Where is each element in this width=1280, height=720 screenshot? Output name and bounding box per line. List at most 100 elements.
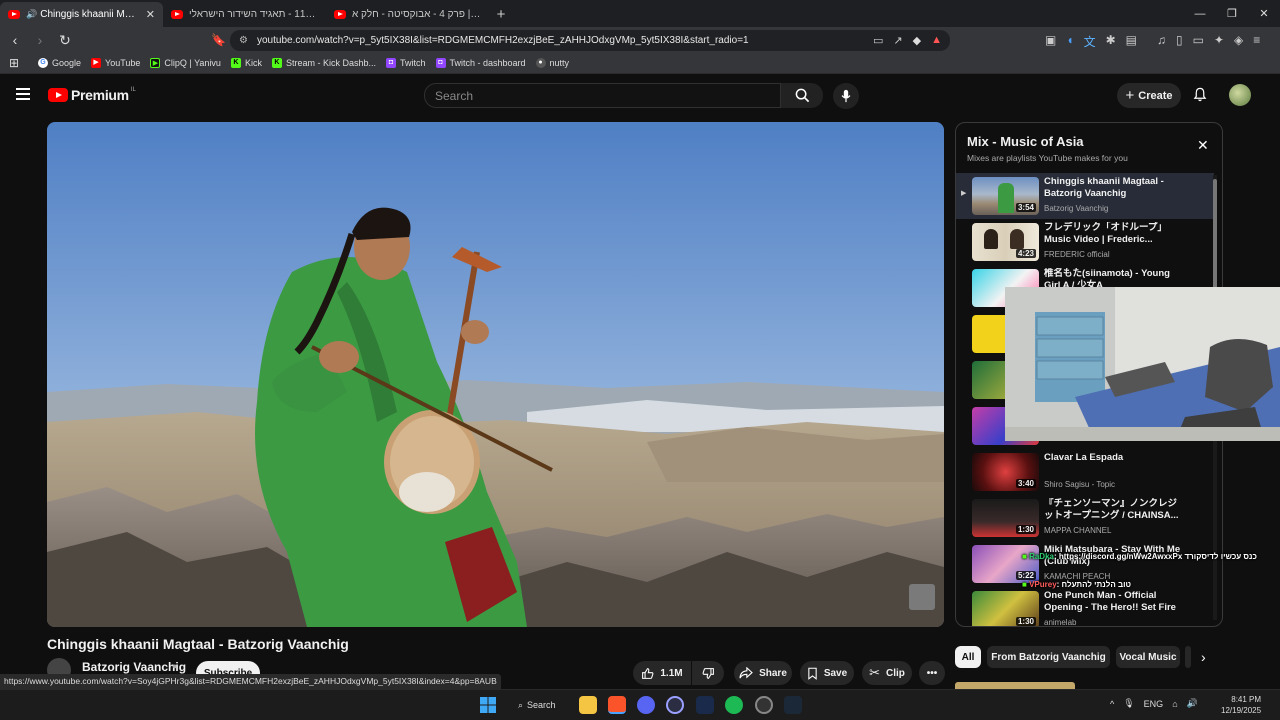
thumbs-down-icon <box>702 667 714 679</box>
close-window-button[interactable]: ✕ <box>1248 0 1280 27</box>
bookmark-page-icon[interactable]: 🔖 <box>211 33 226 47</box>
tab-episode[interactable]: יקומות | פרק 4 - אבוקסיטה - חלק א <box>326 2 489 27</box>
back-button[interactable]: ‹ <box>5 32 25 48</box>
dislike-button[interactable] <box>692 661 724 685</box>
brave-browser-icon[interactable] <box>608 696 626 714</box>
app-icon[interactable] <box>696 696 714 714</box>
menu-icon[interactable]: ≡ <box>1253 33 1260 50</box>
share-page-icon[interactable]: ↗ <box>893 34 902 47</box>
vpn-icon[interactable]: ◈ <box>1234 33 1243 50</box>
chat-message: ■ RaDka: https://discord.gg/nWw2AwxxPx כ… <box>1022 552 1257 561</box>
chip-vocal-music[interactable]: Vocal Music <box>1116 646 1180 668</box>
like-count: 1.1M <box>660 667 683 679</box>
create-button[interactable]: + Create <box>1117 83 1181 108</box>
channel-name[interactable]: Batzorig Vaanchig <box>82 660 186 674</box>
wallet-icon[interactable]: ▭ <box>1193 33 1204 50</box>
webcam-feed-image <box>1005 287 1280 441</box>
language-indicator[interactable]: ENG <box>1144 699 1164 709</box>
bookmark-clipq[interactable]: ▶ ClipQ | Yanivu <box>150 58 221 68</box>
related-video-thumbnail-partial[interactable] <box>955 682 1075 689</box>
brave-shield-icon[interactable]: ◆ <box>913 34 921 47</box>
close-playlist-icon[interactable]: ✕ <box>1197 137 1209 154</box>
show-hidden-icons[interactable]: ^ <box>1110 699 1114 709</box>
playlist-item[interactable]: ▶ 3:54 Chinggis khaanii Magtaal - Batzor… <box>956 173 1214 219</box>
screenshot-icon[interactable]: ▣ <box>1045 33 1056 50</box>
playlist-item[interactable]: 1:30 『チェンソーマン』ノンクレジットオープニング / CHAINSA...… <box>956 495 1214 541</box>
audio-extension-icon[interactable]: ◖ <box>1066 33 1073 50</box>
audio-playing-icon[interactable]: 🔊 <box>26 9 37 20</box>
scrollbar-thumb[interactable] <box>1213 179 1217 289</box>
tab-kan11[interactable]: כאן 11 - תאגיד השידור הישראלי - ube <box>163 2 326 27</box>
network-icon[interactable]: ⌂ <box>1172 699 1177 709</box>
start-windows-icon[interactable] <box>479 696 497 714</box>
chip-from-channel[interactable]: From Batzorig Vaanchig <box>987 646 1110 668</box>
video-title: Chinggis khaanii Magtaal - Batzorig Vaan… <box>47 636 349 652</box>
video-thumbnail: 1:30 <box>972 591 1039 626</box>
related-filter-chips: All From Batzorig Vaanchig Vocal Music › <box>955 646 1225 670</box>
reader-icon[interactable]: ▤ <box>1126 33 1137 50</box>
youtube-premium-logo[interactable]: Premium IL <box>48 87 136 103</box>
close-tab-icon[interactable]: ✕ <box>146 8 155 21</box>
obs-icon[interactable] <box>755 696 773 714</box>
restore-button[interactable]: ❐ <box>1216 0 1248 27</box>
playlist-item[interactable]: 4:23 フレデリック「オドループ」Music Video | Frederic… <box>956 219 1214 265</box>
bookmark-kick-dashboard[interactable]: K Stream - Kick Dashb... <box>271 58 376 68</box>
youtube-favicon-icon <box>334 10 346 19</box>
guide-menu-icon[interactable] <box>16 88 30 103</box>
video-watermark-icon <box>909 584 935 610</box>
account-avatar[interactable] <box>1229 84 1251 106</box>
sidebar-icon[interactable]: ▯ <box>1176 33 1183 50</box>
bookmark-twitch-dashboard[interactable]: ◘ Twitch - dashboard <box>435 58 526 68</box>
video-thumbnail: 5:22 <box>972 545 1039 583</box>
tab-youtube-video[interactable]: 🔊 Chinggis khaanii Magtaal - B ✕ <box>0 2 163 27</box>
steam-icon[interactable] <box>784 696 802 714</box>
bookmark-youtube[interactable]: ▶ YouTube <box>91 58 140 68</box>
taskbar-search[interactable]: ⌕ Search <box>510 695 572 715</box>
forward-button[interactable]: › <box>30 32 50 48</box>
site-info-icon[interactable]: ⚙ <box>239 35 248 46</box>
like-button[interactable]: 1.1M <box>633 661 691 685</box>
voice-search-button[interactable] <box>833 83 859 109</box>
clip-button[interactable]: ✂ Clip <box>862 661 912 685</box>
share-button[interactable]: Share <box>734 661 792 685</box>
translate-icon[interactable]: 文 <box>1084 33 1096 50</box>
minimize-button[interactable]: — <box>1184 0 1216 27</box>
apps-grid-icon[interactable]: ⊞ <box>0 56 28 70</box>
more-actions-button[interactable]: ••• <box>919 661 945 685</box>
playlist-item[interactable]: 1:30 One Punch Man - Official Opening - … <box>956 587 1214 626</box>
save-button[interactable]: Save <box>800 661 854 685</box>
video-player[interactable] <box>47 122 944 627</box>
bookmark-google[interactable]: G Google <box>38 58 81 68</box>
windows-taskbar: ⌕ Search ^ 🎙 ENG ⌂ 🔊 8:41 PM 12/19/2025 <box>0 689 1280 720</box>
file-explorer-icon[interactable] <box>579 696 597 714</box>
volume-icon[interactable]: 🔊 <box>1187 698 1198 709</box>
chips-next-arrow-icon[interactable]: › <box>1201 649 1206 665</box>
app-icon[interactable] <box>666 696 684 714</box>
leo-ai-icon[interactable]: ✦ <box>1214 33 1224 50</box>
cast-icon[interactable]: ▭ <box>873 34 883 47</box>
bookmark-twitch[interactable]: ◘ Twitch <box>385 58 426 68</box>
spotify-icon[interactable] <box>725 696 743 714</box>
playlist-item[interactable]: 3:40 Clavar La Espada Shiro Sagisu - Top… <box>956 449 1214 495</box>
bookmark-icon <box>808 667 817 680</box>
url-bar[interactable]: ⚙ youtube.com/watch?v=p_5yt5IX38I&list=R… <box>230 30 950 51</box>
microphone-icon <box>841 89 851 103</box>
reload-button[interactable]: ↻ <box>55 32 75 49</box>
microphone-tray-icon[interactable]: 🎙 <box>1123 698 1134 709</box>
new-tab-button[interactable]: + <box>489 2 513 27</box>
taskbar-clock[interactable]: 8:41 PM 12/19/2025 <box>1221 694 1261 716</box>
bookmarks-bar: ⊞ G Google ▶ YouTube ▶ ClipQ | Yanivu K Kick… <box>0 53 1280 74</box>
discord-icon[interactable] <box>637 696 655 714</box>
notifications-bell-icon[interactable] <box>1193 87 1207 105</box>
bookmark-nutty[interactable]: ● nutty <box>535 58 569 68</box>
search-button[interactable] <box>781 83 823 108</box>
search-input[interactable]: Search <box>424 83 781 108</box>
music-icon[interactable]: ♫ <box>1157 33 1166 50</box>
brave-rewards-icon[interactable]: ▲ <box>931 34 942 47</box>
video-frame-image <box>47 122 944 627</box>
browser-tab-bar: 🔊 Chinggis khaanii Magtaal - B ✕ כאן 11 … <box>0 0 1280 27</box>
video-thumbnail: 3:54 <box>972 177 1039 215</box>
extensions-icon[interactable]: ✱ <box>1106 33 1116 50</box>
bookmark-kick[interactable]: K Kick <box>230 58 262 68</box>
chip-all[interactable]: All <box>955 646 981 668</box>
